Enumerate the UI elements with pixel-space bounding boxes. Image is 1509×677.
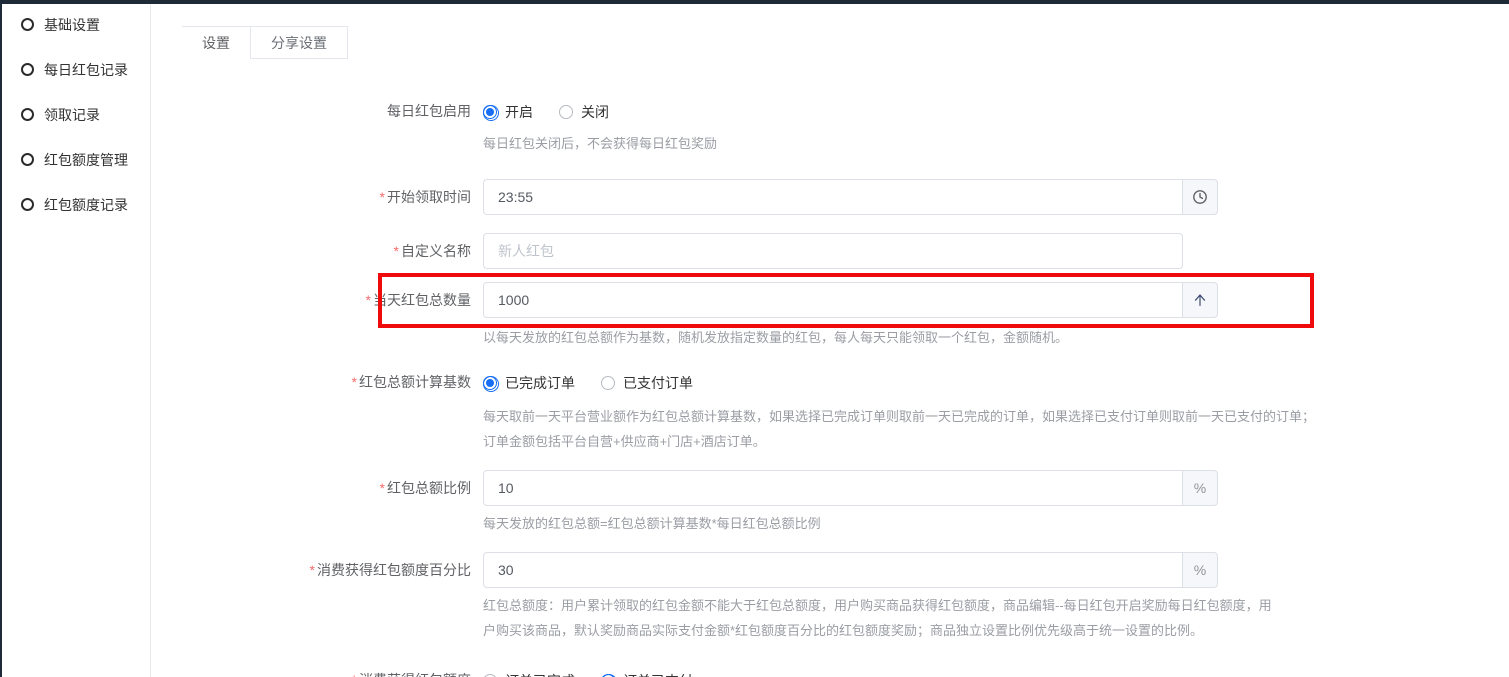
base-calc-radio-group: 已完成订单 已支付订单 (483, 373, 1509, 393)
form-row-consume-quota-percent: *消费获得红包额度百分比 % 红包总额度：用户累计领取的红包金额不能大于红包总额… (182, 552, 1509, 643)
radio-order-paid[interactable]: 订单已支付 (601, 671, 693, 677)
circle-icon (21, 18, 34, 31)
radio-completed-orders[interactable]: 已完成订单 (483, 373, 575, 393)
percent-suffix: % (1182, 470, 1218, 506)
arrow-up-icon[interactable] (1182, 282, 1218, 318)
sidebar-item-daily-redpacket-records[interactable]: 每日红包记录 (0, 59, 150, 80)
sidebar-item-label: 基础设置 (44, 15, 100, 35)
tab-share-settings[interactable]: 分享设置 (250, 27, 348, 59)
form-row-daily-enable: 每日红包启用 开启 关闭 每日红包关闭后，不会获得每日红包奖励 (182, 101, 1509, 156)
sidebar-item-label: 红包额度管理 (44, 150, 128, 170)
daily-total-count-input[interactable] (483, 282, 1183, 318)
help-text: 每日红包关闭后，不会获得每日红包奖励 (483, 131, 1509, 156)
field-label: *当天红包总数量 (182, 282, 483, 318)
form-row-total-ratio: *红包总额比例 % 每天发放的红包总额=红包总额计算基数*每日红包总额比例 (182, 470, 1509, 536)
field-label: *红包总额计算基数 (182, 372, 483, 392)
sidebar-item-claim-records[interactable]: 领取记录 (0, 104, 150, 125)
tab-bar: 设置 分享设置 (182, 26, 348, 59)
field-label: *自定义名称 (182, 233, 483, 269)
sidebar-item-label: 每日红包记录 (44, 60, 128, 80)
circle-icon (21, 63, 34, 76)
page: 基础设置 每日红包记录 领取记录 红包额度管理 红包额度记录 设置 分享设置 每… (0, 0, 1509, 677)
circle-icon (21, 108, 34, 121)
field-label: *红包总额比例 (182, 470, 483, 506)
field-label: *消费获得红包额度百分比 (182, 552, 483, 588)
main-content: 设置 分享设置 每日红包启用 开启 关闭 (151, 0, 1509, 677)
sidebar: 基础设置 每日红包记录 领取记录 红包额度管理 红包额度记录 (0, 0, 151, 677)
radio-icon (483, 105, 497, 119)
circle-icon (21, 198, 34, 211)
custom-name-input[interactable] (483, 233, 1183, 269)
form-row-daily-total-count: *当天红包总数量 以每天发放的红包总额作为基数，随机发放指定数量的红包，每人每天… (182, 282, 1509, 350)
consume-quota-radio-group: 订单已完成 订单已支付 (483, 671, 1509, 677)
help-text: 红包总额度：用户累计领取的红包金额不能大于红包总额度，用户购买商品获得红包额度，… (483, 593, 1509, 643)
radio-enable-on[interactable]: 开启 (483, 102, 533, 122)
sidebar-item-quota-records[interactable]: 红包额度记录 (0, 194, 150, 215)
help-text: 每天发放的红包总额=红包总额计算基数*每日红包总额比例 (483, 511, 1509, 536)
total-ratio-input[interactable] (483, 470, 1183, 506)
form-row-consume-quota-status: *消费获得红包额度 订单已完成 订单已支付 获取红包额度：用户购买商品产 (182, 670, 1509, 677)
settings-form: 每日红包启用 开启 关闭 每日红包关闭后，不会获得每日红包奖励 (182, 101, 1509, 677)
field-label: *消费获得红包额度 (182, 670, 483, 677)
form-row-start-time: *开始领取时间 (182, 179, 1509, 215)
help-text: 每天取前一天平台营业额作为红包总额计算基数，如果选择已完成订单则取前一天已完成的… (483, 404, 1509, 454)
radio-enable-off[interactable]: 关闭 (559, 102, 609, 122)
field-label: 每日红包启用 (182, 101, 483, 121)
clock-icon[interactable] (1182, 179, 1218, 215)
percent-suffix: % (1182, 552, 1218, 588)
radio-icon (559, 105, 573, 119)
circle-icon (21, 153, 34, 166)
tab-settings[interactable]: 设置 (182, 27, 250, 59)
daily-enable-radio-group: 开启 关闭 (483, 102, 1509, 122)
start-time-input[interactable] (483, 179, 1183, 215)
radio-paid-orders[interactable]: 已支付订单 (601, 373, 693, 393)
form-row-custom-name: *自定义名称 (182, 233, 1509, 269)
sidebar-item-basic-settings[interactable]: 基础设置 (0, 14, 150, 35)
field-label: *开始领取时间 (182, 179, 483, 215)
window-top-edge (0, 0, 1509, 4)
consume-quota-percent-input[interactable] (483, 552, 1183, 588)
form-row-base-calc: *红包总额计算基数 已完成订单 已支付订单 每天取前一天平台营业额作为红 (182, 372, 1509, 454)
sidebar-item-label: 红包额度记录 (44, 195, 128, 215)
sidebar-item-quota-management[interactable]: 红包额度管理 (0, 149, 150, 170)
radio-icon (483, 376, 497, 390)
radio-icon (601, 376, 615, 390)
sidebar-item-label: 领取记录 (44, 105, 100, 125)
window-left-edge (0, 0, 2, 677)
radio-order-completed[interactable]: 订单已完成 (483, 671, 575, 677)
help-text: 以每天发放的红包总额作为基数，随机发放指定数量的红包，每人每天只能领取一个红包，… (483, 325, 1509, 350)
